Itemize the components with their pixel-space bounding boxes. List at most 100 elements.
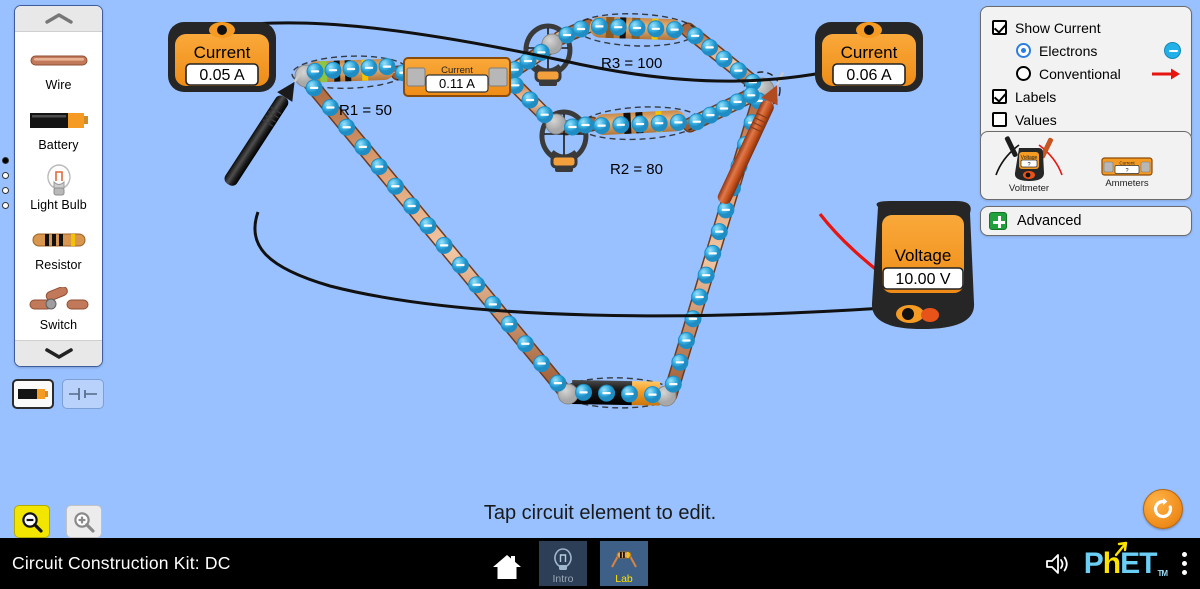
ammeter-1-value: 0.05 A — [199, 67, 245, 84]
circuit-element-toolbox[interactable]: Wire Battery Light Bulb Resistor Switch — [14, 5, 103, 367]
ammeter-2-title: Current — [841, 43, 898, 62]
toolbox-item-light-bulb[interactable]: Light Bulb — [15, 164, 102, 212]
series-ammeter[interactable]: Current 0.11 A — [403, 57, 511, 97]
wire-icon — [30, 44, 88, 76]
reset-icon — [1153, 497, 1173, 519]
battery-icon — [29, 104, 89, 136]
voltmeter-icon: Voltage ? — [995, 136, 1063, 181]
battery-schematic-button[interactable] — [62, 379, 104, 409]
home-icon — [493, 555, 521, 579]
kebab-menu-icon[interactable] — [1179, 549, 1190, 578]
toolbox-label-resistor: Resistor — [35, 258, 82, 272]
ammeters-tool[interactable]: Current ? Ammeters — [1101, 156, 1153, 189]
toolbox-item-battery[interactable]: Battery — [15, 104, 102, 152]
logo-arrow-icon — [1114, 541, 1127, 556]
labels-label: Labels — [1015, 88, 1057, 105]
nav-right-controls[interactable]: P h ET TM — [1044, 541, 1190, 581]
nav-tabs[interactable]: Intro Lab — [488, 541, 648, 586]
navigation-bar[interactable]: Circuit Construction Kit: DC Intro Lab P… — [0, 538, 1200, 589]
kebab-dot — [1182, 570, 1187, 575]
voltmeter[interactable]: Voltage 10.00 V — [864, 199, 982, 333]
simulation-root: R1 = 50 R3 = 100 R2 = 80 Current 0.11 A … — [0, 0, 1200, 589]
show-current-checkbox[interactable] — [992, 20, 1007, 35]
switch-icon — [29, 284, 89, 316]
sim-title: Circuit Construction Kit: DC — [12, 553, 231, 573]
status-text: Tap circuit element to edit. — [483, 502, 717, 524]
meters-toolbox-panel[interactable]: Voltage ? Voltmeter Current ? Ammeters — [980, 131, 1192, 200]
labels-checkbox-row[interactable]: Labels — [992, 85, 1181, 108]
voltmeter-tool[interactable]: Voltage ? Voltmeter — [993, 135, 1065, 194]
reset-all-button[interactable] — [1143, 489, 1183, 529]
logo-p: P — [1083, 546, 1104, 580]
resistor-label-r1: R1 = 50 — [339, 102, 392, 119]
voltmeter-caption: Voltmeter — [1008, 183, 1050, 194]
light-bulb-icon — [43, 164, 75, 196]
resistor-label-r3: R3 = 100 — [601, 55, 662, 72]
voltmeter-title: Voltage — [895, 246, 952, 265]
labels-checkbox[interactable] — [992, 89, 1007, 104]
red-arrow-icon — [1152, 68, 1180, 79]
toolbox-scroll-down-button[interactable] — [15, 340, 102, 366]
voltmeter-value: 10.00 V — [895, 271, 950, 288]
battery-view-toggle[interactable] — [12, 379, 104, 409]
values-checkbox[interactable] — [992, 112, 1007, 127]
page-dot-1[interactable] — [2, 157, 9, 164]
toolbox-label-battery: Battery — [38, 138, 79, 152]
battery-realistic-button[interactable] — [12, 379, 54, 409]
plus-icon[interactable] — [989, 212, 1007, 230]
sound-on-icon[interactable] — [1044, 552, 1072, 576]
electrons-label: Electrons — [1039, 42, 1098, 59]
resistor-label-r2: R2 = 80 — [610, 161, 663, 178]
ammeter-1[interactable]: Current 0.05 A — [166, 20, 278, 94]
resistor-circuit-icon — [611, 551, 637, 568]
show-current-label: Show Current — [1015, 19, 1101, 36]
tab-lab-label: Lab — [615, 573, 633, 585]
logo-tm: TM — [1157, 568, 1168, 578]
ammeter-1-title: Current — [194, 43, 251, 62]
page-dot-2[interactable] — [2, 172, 9, 179]
kebab-dot — [1182, 561, 1187, 566]
series-ammeter-title: Current — [441, 65, 473, 76]
conventional-radio-row[interactable]: Conventional — [992, 62, 1181, 85]
toolbox-label-wire: Wire — [45, 78, 72, 92]
show-current-checkbox-row[interactable]: Show Current — [992, 16, 1181, 39]
electron-chip-icon — [1164, 42, 1181, 59]
phet-logo[interactable]: P h ET TM — [1083, 541, 1168, 581]
voltmeter-mini-value: ? — [1027, 162, 1030, 168]
toolbox-item-resistor[interactable]: Resistor — [15, 224, 102, 272]
toolbox-scroll-up-button[interactable] — [15, 6, 102, 32]
conventional-radio[interactable] — [1016, 66, 1031, 81]
ammeter-icon: Current ? — [1101, 157, 1153, 176]
battery-schematic-icon — [69, 388, 97, 400]
ammeter-mini-value: ? — [1125, 168, 1128, 174]
toolbox-item-switch[interactable]: Switch — [15, 284, 102, 332]
electrons-radio-row[interactable]: Electrons — [992, 39, 1181, 62]
toolbox-label-switch: Switch — [39, 318, 78, 332]
conventional-label: Conventional — [1039, 65, 1121, 82]
ammeter-mini-title: Current — [1119, 161, 1135, 166]
resistor-icon — [31, 224, 87, 256]
page-dot-3[interactable] — [2, 187, 9, 194]
advanced-label: Advanced — [1017, 213, 1082, 229]
toolbox-page-dots[interactable] — [2, 157, 9, 209]
light-bulb-icon — [554, 548, 572, 570]
battery-realistic-icon — [18, 389, 48, 399]
ammeter-2[interactable]: Current 0.06 A — [813, 20, 925, 94]
tab-lab[interactable]: Lab — [600, 541, 648, 586]
values-label: Values — [1015, 111, 1057, 128]
tab-intro-label: Intro — [552, 573, 574, 585]
ammeters-caption: Ammeters — [1105, 178, 1149, 189]
ammeter-2-value: 0.06 A — [846, 67, 892, 84]
page-dot-4[interactable] — [2, 202, 9, 209]
toolbox-label-light-bulb: Light Bulb — [30, 198, 87, 212]
advanced-panel[interactable]: Advanced — [980, 206, 1192, 236]
home-button[interactable] — [488, 548, 526, 586]
electrons-radio[interactable] — [1016, 43, 1031, 58]
display-options-panel[interactable]: Show Current Electrons Conventional Labe… — [980, 6, 1192, 141]
tab-intro[interactable]: Intro — [539, 541, 587, 586]
series-ammeter-value: 0.11 A — [439, 76, 475, 91]
values-checkbox-row[interactable]: Values — [992, 108, 1181, 131]
kebab-dot — [1182, 552, 1187, 557]
chevron-down-icon — [44, 348, 73, 359]
toolbox-item-wire[interactable]: Wire — [15, 44, 102, 92]
